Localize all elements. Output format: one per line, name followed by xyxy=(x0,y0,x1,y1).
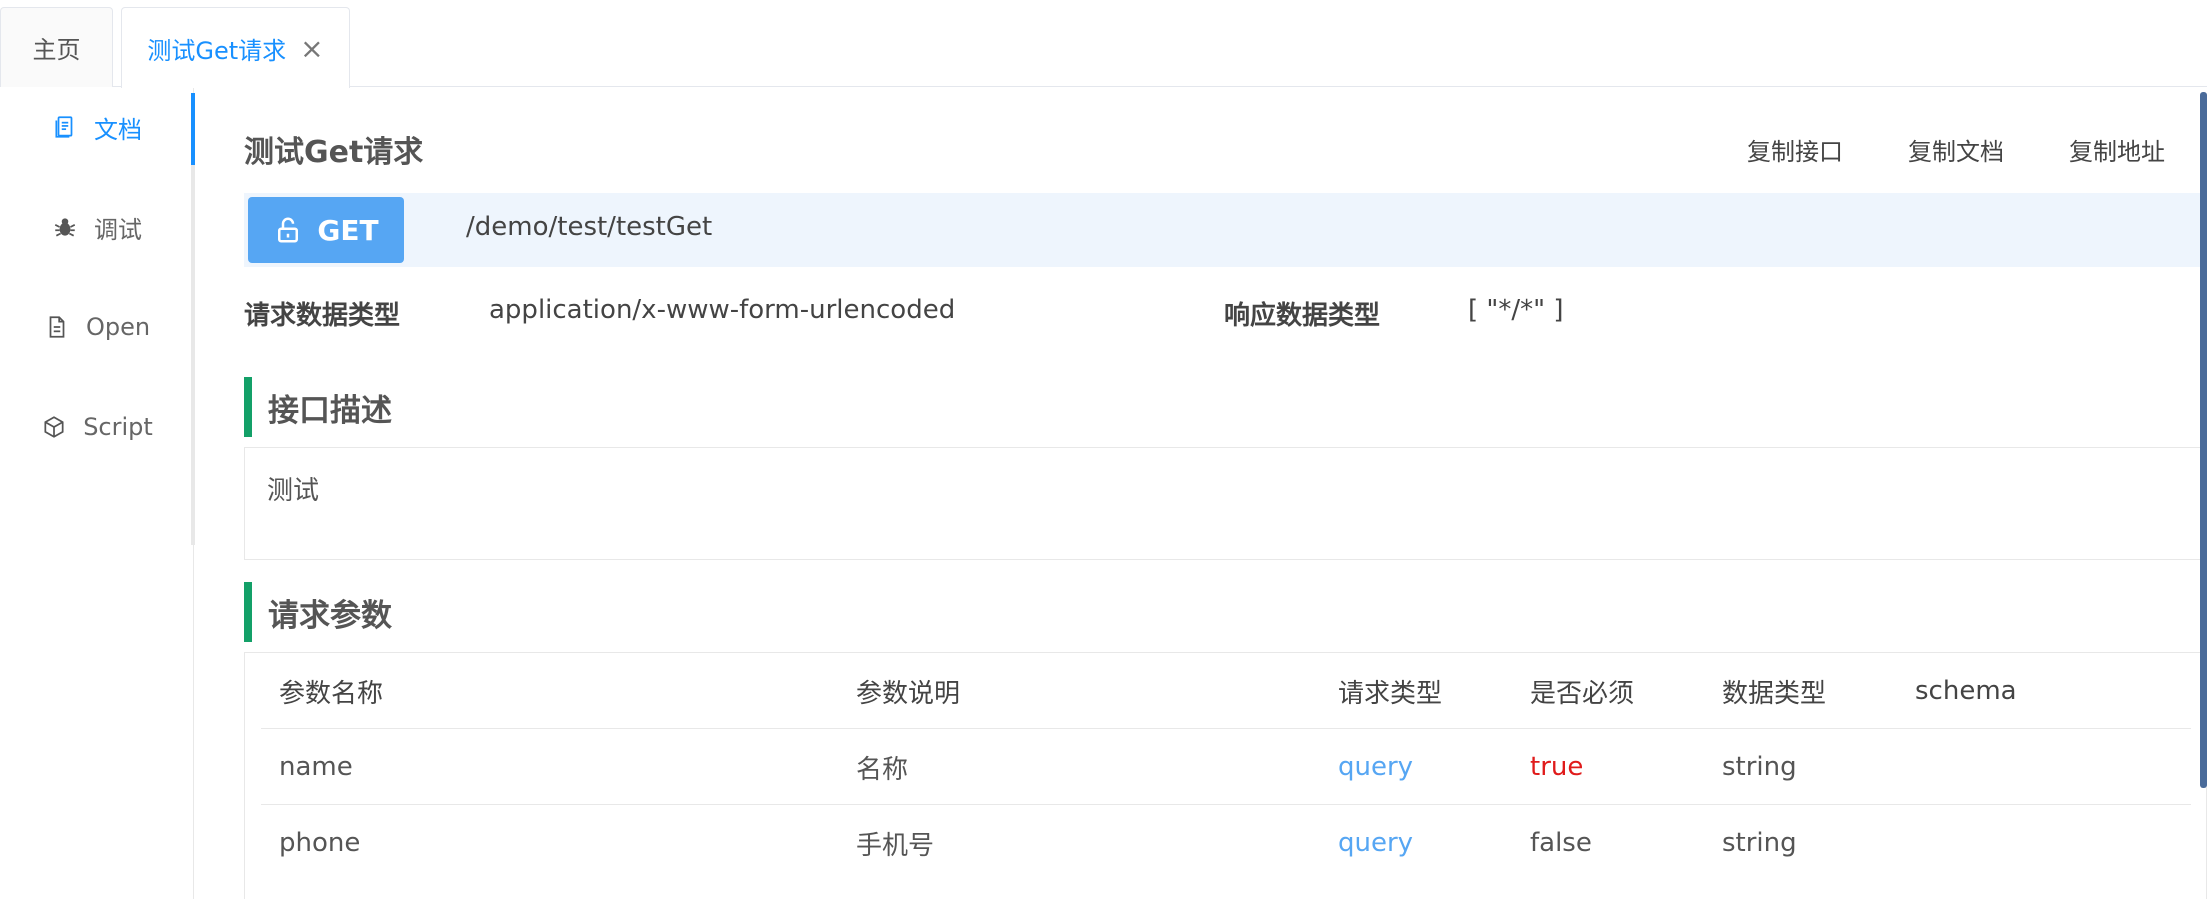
method-bar: GET /demo/test/testGet xyxy=(244,193,2207,267)
tab-home[interactable]: 主页 xyxy=(0,7,113,87)
nav-item-script[interactable]: Script xyxy=(0,397,194,457)
param-desc-cell: 名称 xyxy=(856,754,909,785)
method-badge: GET xyxy=(248,197,404,263)
param-type-cell: string xyxy=(1722,752,1797,782)
table-header-row: 参数名称 参数说明 请求类型 是否必须 数据类型 schema xyxy=(261,653,2191,729)
column-header: 请求类型 xyxy=(1338,678,1443,709)
param-required-cell: false xyxy=(1530,828,1592,858)
method-label: GET xyxy=(317,213,379,247)
side-nav: 文档 调试 Open Script xyxy=(0,87,195,899)
close-icon[interactable]: × xyxy=(300,32,323,65)
copy-api-button[interactable]: 复制接口 xyxy=(1747,132,1843,167)
param-in-cell: query xyxy=(1338,828,1414,858)
section-heading-description: 接口描述 xyxy=(244,377,644,437)
content-scrollbar[interactable] xyxy=(2200,92,2207,788)
request-type-value: application/x-www-form-urlencoded xyxy=(489,295,956,325)
response-type-value: [ "*/*" ] xyxy=(1468,295,1564,325)
page-title: 测试Get请求 xyxy=(244,135,424,170)
nav-item-docs[interactable]: 文档 xyxy=(0,97,194,157)
param-required-cell: true xyxy=(1530,752,1584,782)
meta-row: 请求数据类型 application/x-www-form-urlencoded… xyxy=(244,295,2144,335)
document-icon xyxy=(52,114,78,140)
param-name-cell: name xyxy=(279,752,353,782)
nav-item-label: Script xyxy=(83,413,153,441)
request-type-label: 请求数据类型 xyxy=(244,301,401,331)
section-heading-params: 请求参数 xyxy=(244,582,644,642)
copy-doc-button[interactable]: 复制文档 xyxy=(1908,132,2004,167)
description-box: 测试 xyxy=(244,447,2207,560)
param-name-cell: phone xyxy=(279,828,361,858)
table-row: name 名称 query true string xyxy=(261,729,2191,805)
nav-item-open[interactable]: Open xyxy=(0,297,194,357)
code-sandbox-icon xyxy=(41,414,67,440)
bug-icon xyxy=(52,214,78,240)
column-header: schema xyxy=(1915,676,2017,706)
tab-home-label: 主页 xyxy=(32,36,81,64)
description-text: 测试 xyxy=(267,476,320,506)
response-type-label: 响应数据类型 xyxy=(1224,301,1381,331)
table-row: phone 手机号 query false string xyxy=(261,805,2191,881)
tab-active-label: 测试Get请求 xyxy=(147,36,287,65)
copy-actions: 复制接口 复制文档 复制地址 xyxy=(1747,132,2165,167)
nav-item-label: 调试 xyxy=(94,215,142,244)
params-table: 参数名称 参数说明 请求类型 是否必须 数据类型 schema name 名称 … xyxy=(244,652,2207,899)
param-in-cell: query xyxy=(1338,752,1414,782)
column-header: 是否必须 xyxy=(1530,678,1635,709)
unlock-icon xyxy=(278,217,299,243)
param-type-cell: string xyxy=(1722,828,1797,858)
api-path: /demo/test/testGet xyxy=(466,212,713,242)
nav-item-debug[interactable]: 调试 xyxy=(0,197,194,257)
nav-item-label: 文档 xyxy=(94,115,142,144)
tab-test-get-request[interactable]: 测试Get请求 × xyxy=(121,7,350,88)
nav-item-label: Open xyxy=(85,313,151,341)
tab-bar: 主页 测试Get请求 × xyxy=(0,0,2207,88)
doc-content: 测试Get请求 复制接口 复制文档 复制地址 GET /demo/test/te… xyxy=(194,87,2207,899)
column-header: 参数名称 xyxy=(279,678,384,709)
column-header: 参数说明 xyxy=(856,678,961,709)
column-header: 数据类型 xyxy=(1722,678,1827,709)
copy-url-button[interactable]: 复制地址 xyxy=(2069,132,2165,167)
file-icon xyxy=(44,314,70,340)
param-desc-cell: 手机号 xyxy=(856,830,935,861)
